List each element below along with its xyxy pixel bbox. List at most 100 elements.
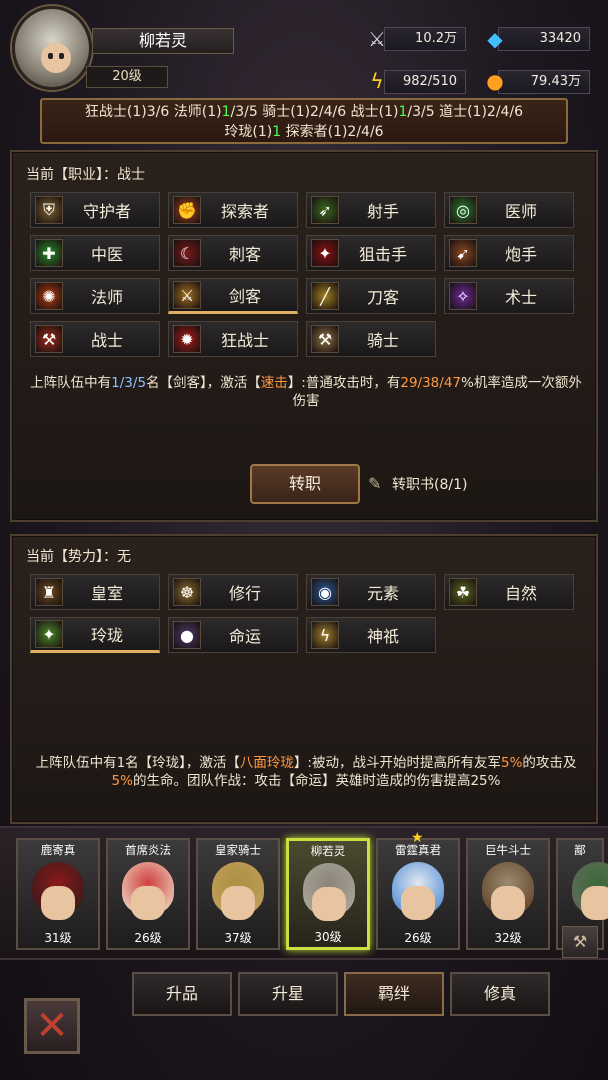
player-avatar[interactable]	[12, 6, 92, 90]
profession-item[interactable]: ✹ 狂战士	[168, 321, 298, 357]
nature-icon: ☘	[449, 578, 477, 606]
crossed-swords-icon: ⚔	[368, 27, 386, 51]
text-segment: 玲珑(1)	[224, 124, 273, 140]
hero-name: 鹿寄真	[40, 843, 76, 857]
hero-card[interactable]: 首席炎法 26级	[106, 838, 190, 950]
profession-header: 当前【职业】：战士	[26, 167, 145, 183]
tab-button[interactable]: 修真	[450, 972, 550, 1016]
tab-button[interactable]: 羁绊	[344, 972, 444, 1016]
close-button[interactable]: ✕	[24, 998, 80, 1054]
profession-item[interactable]: ⚒ 骑士	[306, 321, 436, 357]
gold-coin-icon: ●	[486, 69, 504, 93]
faction-item[interactable]: ♜ 皇室	[30, 574, 160, 610]
text-segment: 1	[272, 124, 282, 140]
profession-item[interactable]: ☾ 刺客	[168, 235, 298, 271]
text-segment: 】:被动，战斗开始时提高所有友军	[293, 755, 501, 771]
hero-card[interactable]: 鹿寄真 31级	[16, 838, 100, 950]
profession-item[interactable]: ➹ 炮手	[444, 235, 574, 271]
profession-item[interactable]: ⚔ 剑客	[168, 278, 298, 314]
profession-item[interactable]: ✺ 法师	[30, 278, 160, 314]
arrow-icon: ➶	[311, 196, 339, 224]
profession-item[interactable]: ⚒ 战士	[30, 321, 160, 357]
text-segment: 八面玲珑	[239, 755, 294, 771]
profession-description: 上阵队伍中有1/3/5名【剑客】，激活【速击】:普通攻击时，有29/38/47%…	[26, 374, 586, 410]
faction-item-label: 修行	[228, 584, 261, 603]
hero-card[interactable]: 巨牛斗士 32级	[466, 838, 550, 950]
hero-card[interactable]: 柳若灵 30级	[286, 838, 370, 950]
meditate-icon: ☸	[173, 578, 201, 606]
faction-item[interactable]: ☘ 自然	[444, 574, 574, 610]
close-icon: ✕	[35, 1003, 69, 1049]
hero-level: 37级	[224, 931, 252, 945]
profession-item[interactable]: ✚ 中医	[30, 235, 160, 271]
sparkle-icon: ✦	[35, 620, 63, 648]
hero-face	[401, 886, 435, 920]
change-profession-button[interactable]: 转职	[250, 464, 360, 504]
faction-item[interactable]: ◉ 元素	[306, 574, 436, 610]
text-segment: /3/5 骑士(1)2/4/6 战士(1)	[230, 104, 399, 120]
faction-item[interactable]: ● 命运	[168, 617, 298, 653]
faction-item[interactable]: ϟ 神祇	[306, 617, 436, 653]
text-segment: 1/3/5	[111, 375, 147, 391]
profession-item-label: 狙击手	[358, 245, 407, 264]
hammer-tool-icon[interactable]: ⚒	[562, 926, 598, 958]
profession-item[interactable]: ✊ 探索者	[168, 192, 298, 228]
text-segment: /3/5 道士(1)2/4/6	[407, 104, 524, 120]
text-segment: 名【剑客】，激活【	[146, 375, 261, 391]
hero-level: 31级	[44, 931, 72, 945]
cross-icon: ✚	[35, 239, 63, 267]
fist-icon: ✊	[173, 196, 201, 224]
hero-face	[221, 886, 255, 920]
player-level: 20级	[86, 66, 168, 88]
hero-face	[41, 886, 75, 920]
dagger-icon: ╱	[311, 282, 339, 310]
profession-panel: 当前【职业】：战士 ⛨ 守护者 ✊ 探索者 ➶ 射手 ◎ 医师 ✚ 中医 ☾ 刺客 ✦ 狙击手 ➹ 炮手 ✺ 法师…	[10, 150, 598, 522]
hero-face	[312, 887, 346, 921]
hero-name: 巨牛斗士	[485, 843, 531, 857]
gold-value: 79.43万	[498, 70, 590, 94]
profession-item[interactable]: ✧ 术士	[444, 278, 574, 314]
profession-item-label: 守护者	[82, 202, 131, 221]
hero-face	[491, 886, 525, 920]
energy-value: 982/510	[384, 70, 466, 94]
hero-level: 32级	[494, 931, 522, 945]
profession-item-label: 炮手	[504, 245, 537, 264]
faction-item-label: 命运	[228, 627, 261, 646]
faction-header: 当前【势力】：无	[26, 549, 131, 565]
faction-item[interactable]: ☸ 修行	[168, 574, 298, 610]
profession-item[interactable]: ⛨ 守护者	[30, 192, 160, 228]
faction-item-label: 玲珑	[90, 626, 123, 645]
profession-item-label: 术士	[504, 288, 537, 307]
magic-icon: ✧	[449, 282, 477, 310]
profession-item[interactable]: ◎ 医师	[444, 192, 574, 228]
faction-item[interactable]: ✦ 玲珑	[30, 617, 160, 653]
rage-icon: ✹	[173, 325, 201, 353]
profession-item[interactable]: ✦ 狙击手	[306, 235, 436, 271]
synergy-bonus-panel: 狂战士(1)3/6 法师(1)1/3/5 骑士(1)2/4/6 战士(1)1/3…	[40, 98, 568, 144]
lightning-icon: ϟ	[311, 621, 339, 649]
hero-card[interactable]: 雷霆真君 26级	[376, 838, 460, 950]
bonus-line-1: 狂战士(1)3/6 法师(1)1/3/5 骑士(1)2/4/6 战士(1)1/3…	[42, 102, 566, 122]
profession-item-label: 剑客	[228, 287, 261, 306]
profession-item-label: 法师	[90, 288, 123, 307]
profession-item-label: 刀客	[366, 288, 399, 307]
profession-item-label: 狂战士	[220, 331, 269, 350]
hero-card[interactable]: 皇家骑士 37级	[196, 838, 280, 950]
profession-item[interactable]: ➶ 射手	[306, 192, 436, 228]
tab-button[interactable]: 升星	[238, 972, 338, 1016]
hammer-icon: ⚒	[311, 325, 339, 353]
spiral-icon: ◎	[449, 196, 477, 224]
cannon-icon: ➹	[449, 239, 477, 267]
target-icon: ✦	[311, 239, 339, 267]
profession-item[interactable]: ╱ 刀客	[306, 278, 436, 314]
tab-button[interactable]: 升品	[132, 972, 232, 1016]
text-segment: 探索者(1)2/4/6	[281, 124, 384, 140]
warrior-icon: ⚒	[35, 325, 63, 353]
shield-icon: ⛨	[35, 196, 63, 224]
text-segment: 1	[221, 104, 231, 120]
star-icon: ★	[411, 830, 424, 846]
power-value: 10.2万	[384, 27, 466, 51]
faction-item-label: 自然	[504, 584, 537, 603]
helmet-icon: ♜	[35, 578, 63, 606]
fire-icon: ✺	[35, 282, 63, 310]
